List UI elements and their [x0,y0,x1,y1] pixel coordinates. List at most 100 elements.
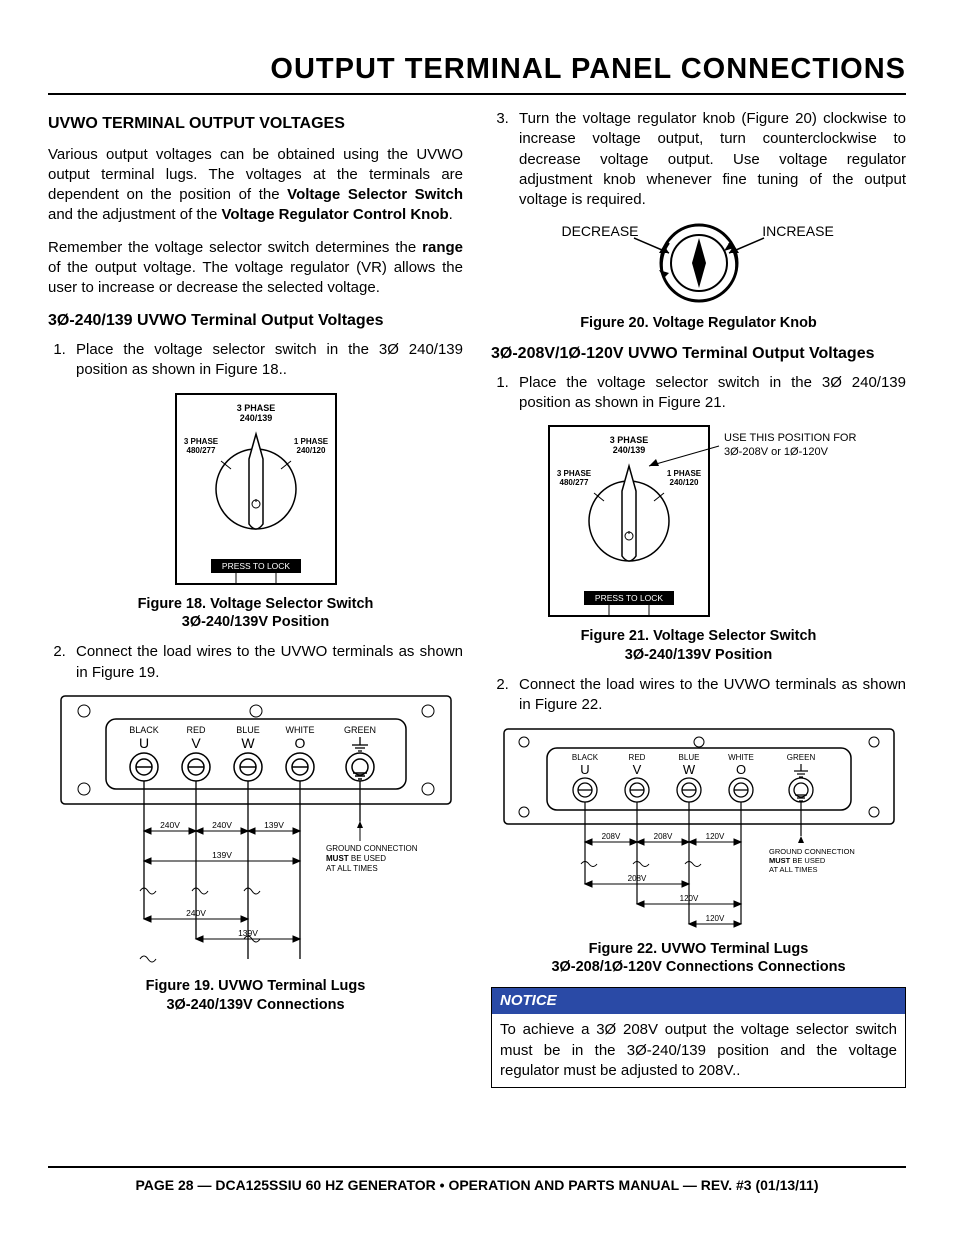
uvwo-terminal-lugs-diagram: BLACK RED BLUE WHITE GREEN U V W O [499,724,899,934]
svg-text:1 PHASE: 1 PHASE [293,437,328,446]
svg-text:240V: 240V [186,908,206,918]
svg-text:USE THIS POSITION FOR: USE THIS POSITION FOR [724,432,856,444]
p2-text-a: Remember the voltage selector switch det… [48,239,422,256]
notice-box: NOTICE To achieve a 3Ø 208V output the v… [491,987,906,1088]
figure-20-caption: Figure 20. Voltage Regulator Knob [491,314,906,333]
right-steps-2: Connect the load wires to the UVWO termi… [491,675,906,716]
svg-text:120V: 120V [705,914,724,923]
figure-19: BLACK RED BLUE WHITE GREEN U V W O [48,691,463,971]
svg-text:GROUND CONNECTION: GROUND CONNECTION [769,847,855,856]
svg-text:U: U [580,762,589,777]
svg-text:139V: 139V [238,928,258,938]
svg-text:GROUND CONNECTION: GROUND CONNECTION [326,844,418,853]
svg-text:PRESS TO LOCK: PRESS TO LOCK [594,593,663,603]
svg-text:GREEN: GREEN [343,725,375,735]
svg-text:240/120: 240/120 [296,446,325,455]
svg-text:3 PHASE: 3 PHASE [236,403,275,413]
figure-21: 3 PHASE 240/139 3 PHASE 480/277 1 PHASE … [491,421,906,621]
svg-text:AT ALL TIMES: AT ALL TIMES [769,865,818,874]
svg-text:BLUE: BLUE [236,725,260,735]
svg-text:480/277: 480/277 [559,478,588,487]
notice-body: To achieve a 3Ø 208V output the voltage … [492,1014,905,1087]
range-term: range [422,239,463,256]
svg-text:120V: 120V [679,894,698,903]
svg-text:BLACK: BLACK [129,725,159,735]
figure-20: DECREASE INCREASE [491,218,906,308]
svg-text:BLACK: BLACK [571,753,598,762]
svg-text:MUST BE USED: MUST BE USED [326,854,386,863]
p1-text-c: and the adjustment of the [48,206,221,223]
notice-header: NOTICE [492,988,905,1014]
svg-text:240/120: 240/120 [669,478,698,487]
svg-text:RED: RED [628,753,645,762]
right-steps-continued: Turn the voltage regulator knob (Figure … [491,109,906,210]
voltage-selector-switch-icon: 3 PHASE 240/139 3 PHASE 480/277 1 PHASE … [519,421,879,621]
right-step-2: Connect the load wires to the UVWO termi… [513,675,906,716]
title-rule [48,93,906,95]
svg-text:AT ALL TIMES: AT ALL TIMES [326,864,378,873]
svg-text:208V: 208V [627,874,646,883]
left-steps-1: Place the voltage selector switch in the… [48,340,463,381]
svg-text:W: W [241,735,255,751]
uvwo-terminal-lugs-diagram: BLACK RED BLUE WHITE GREEN U V W O [56,691,456,971]
svg-text:240/139: 240/139 [239,413,272,423]
page-footer: PAGE 28 — DCA125SSIU 60 HZ GENERATOR • O… [48,1166,906,1195]
voltage-selector-switch-term: Voltage Selector Switch [287,186,463,203]
right-step-1: Place the voltage selector switch in the… [513,373,906,414]
svg-text:WHITE: WHITE [285,725,314,735]
p2-text-c: of the output voltage. The voltage regul… [48,259,463,296]
svg-text:O: O [294,735,305,751]
svg-text:BLUE: BLUE [678,753,699,762]
page-title: OUTPUT TERMINAL PANEL CONNECTIONS [48,50,906,89]
subheading-208-120: 3Ø-208V/1Ø-120V UVWO Terminal Output Vol… [491,343,906,365]
svg-text:120V: 120V [705,832,724,841]
svg-text:W: W [682,762,695,777]
figure-22-caption: Figure 22. UVWO Terminal Lugs3Ø-208/1Ø-1… [491,940,906,978]
svg-text:208V: 208V [653,832,672,841]
voltage-selector-switch-icon: 3 PHASE 240/139 3 PHASE 480/277 1 PHASE … [166,389,346,589]
svg-text:WHITE: WHITE [728,753,754,762]
svg-text:U: U [138,735,148,751]
svg-text:3Ø-208V or 1Ø-120V: 3Ø-208V or 1Ø-120V [724,446,829,458]
svg-text:3 PHASE: 3 PHASE [609,435,648,445]
svg-text:3 PHASE: 3 PHASE [556,469,591,478]
svg-text:208V: 208V [601,832,620,841]
svg-text:139V: 139V [212,850,232,860]
voltage-regulator-knob-icon: DECREASE INCREASE [534,218,864,308]
left-steps-2: Connect the load wires to the UVWO termi… [48,642,463,683]
svg-text:RED: RED [186,725,206,735]
svg-text:V: V [191,735,201,751]
svg-text:480/277: 480/277 [186,446,215,455]
svg-text:PRESS TO LOCK: PRESS TO LOCK [221,561,290,571]
content-columns: UVWO TERMINAL OUTPUT VOLTAGES Various ou… [48,109,906,1088]
intro-paragraph-1: Various output voltages can be obtained … [48,145,463,226]
figure-21-caption: Figure 21. Voltage Selector Switch3Ø-240… [491,627,906,665]
subheading-240-139: 3Ø-240/139 UVWO Terminal Output Voltages [48,310,463,332]
svg-text:MUST BE USED: MUST BE USED [769,856,826,865]
left-step-2: Connect the load wires to the UVWO termi… [70,642,463,683]
right-column: Turn the voltage regulator knob (Figure … [491,109,906,1088]
svg-text:DECREASE: DECREASE [561,223,638,239]
figure-18: 3 PHASE 240/139 3 PHASE 480/277 1 PHASE … [48,389,463,589]
p1-text-e: . [449,206,453,223]
right-steps-1: Place the voltage selector switch in the… [491,373,906,414]
svg-text:3 PHASE: 3 PHASE [183,437,218,446]
svg-text:139V: 139V [264,820,284,830]
figure-18-caption: Figure 18. Voltage Selector Switch3Ø-240… [48,595,463,633]
svg-text:240V: 240V [160,820,180,830]
left-step-1: Place the voltage selector switch in the… [70,340,463,381]
section-heading-uvwo: UVWO TERMINAL OUTPUT VOLTAGES [48,113,463,135]
svg-text:GREEN: GREEN [786,753,815,762]
svg-text:1 PHASE: 1 PHASE [666,469,701,478]
svg-text:240/139: 240/139 [612,445,645,455]
svg-text:240V: 240V [212,820,232,830]
svg-text:O: O [735,762,745,777]
voltage-regulator-knob-term: Voltage Regulator Control Knob [221,206,448,223]
figure-22: BLACK RED BLUE WHITE GREEN U V W O [491,724,906,934]
figure-19-caption: Figure 19. UVWO Terminal Lugs3Ø-240/139V… [48,977,463,1015]
intro-paragraph-2: Remember the voltage selector switch det… [48,238,463,299]
left-column: UVWO TERMINAL OUTPUT VOLTAGES Various ou… [48,109,463,1088]
svg-text:V: V [632,762,641,777]
right-step-3: Turn the voltage regulator knob (Figure … [513,109,906,210]
svg-text:INCREASE: INCREASE [762,223,834,239]
